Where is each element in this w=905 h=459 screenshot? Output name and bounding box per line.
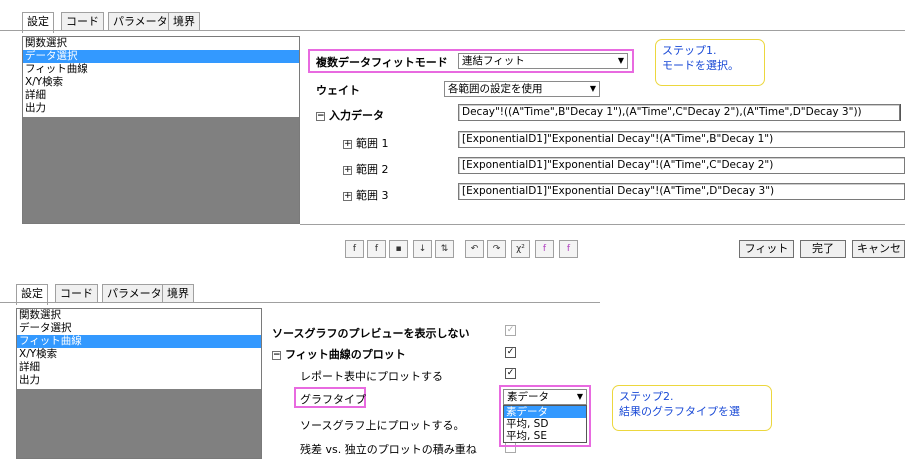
tab-parameters[interactable]: パラメータ	[102, 284, 167, 302]
sidebar-item-function[interactable]: 関数選択	[17, 309, 261, 322]
plot-on-source-label: ソースグラフ上にプロットする。	[300, 419, 465, 432]
step1-callout: ステップ1. モードを選択。	[655, 39, 765, 86]
graph-type-option[interactable]: 素データ	[504, 406, 586, 418]
tab-parameters[interactable]: パラメータ	[108, 12, 173, 30]
sidebar-item-output[interactable]: 出力	[17, 374, 261, 387]
sidebar-nav: 関数選択 データ選択 フィット曲線 X/Y検索 詳細 出力	[16, 308, 262, 459]
range1-label: + 範囲 1	[343, 137, 389, 150]
graph-type-dropdown[interactable]: 素データ ▼	[503, 389, 587, 405]
sidebar-empty-area	[23, 117, 299, 223]
settings-border	[300, 224, 905, 225]
tree-icon[interactable]: ⇅	[435, 240, 454, 258]
graph-type-option[interactable]: 平均, SE	[504, 430, 586, 442]
redo-icon[interactable]: ↷	[487, 240, 506, 258]
top-panel: 設定 コード パラメータ 境界 関数選択 データ選択 フィット曲線 X/Y検索 …	[0, 0, 905, 265]
sidebar-item-data-selection[interactable]: データ選択	[17, 322, 261, 335]
step1-title: ステップ1.	[662, 44, 717, 57]
chi-square-icon[interactable]: χ²	[511, 240, 530, 258]
sidebar-item-fit-curve[interactable]: フィット曲線	[17, 335, 261, 348]
chevron-down-icon: ▼	[589, 84, 596, 93]
tab-code[interactable]: コード	[55, 284, 98, 302]
sidebar-item-fit-curve[interactable]: フィット曲線	[23, 63, 299, 76]
step2-callout: ステップ2. 結果のグラフタイプを選	[612, 385, 772, 431]
chevron-down-icon: ▼	[617, 56, 624, 65]
weight-label: ウェイト	[316, 84, 360, 97]
collapse-icon[interactable]: −	[316, 111, 325, 121]
weight-value: 各範囲の設定を使用	[448, 83, 543, 95]
stack-residual-label: 残差 vs. 独立のプロットの積み重ね	[300, 443, 477, 456]
tab-bounds[interactable]: 境界	[162, 284, 194, 302]
iterate-until-converged-icon[interactable]: f	[559, 240, 578, 258]
input-data-field[interactable]: Decay"!((A"Time",B"Decay 1"),(A"Time",C"…	[458, 104, 900, 121]
range3-field[interactable]: [ExponentialD1]"Exponential Decay"!(A"Ti…	[458, 183, 905, 200]
expand-icon[interactable]: +	[343, 139, 352, 149]
plot-fit-label: − フィット曲線のプロット	[272, 348, 406, 361]
sidebar-item-advanced[interactable]: 詳細	[17, 361, 261, 374]
weight-dropdown[interactable]: 各範囲の設定を使用 ▼	[444, 81, 600, 97]
undo-icon[interactable]: ↶	[465, 240, 484, 258]
tab-code[interactable]: コード	[61, 12, 104, 30]
range2-label: + 範囲 2	[343, 163, 389, 176]
bottom-panel: 設定 コード パラメータ 境界 関数選択 データ選択 フィット曲線 X/Y検索 …	[0, 268, 772, 459]
sidebar-item-xy-find[interactable]: X/Y検索	[17, 348, 261, 361]
step2-title: ステップ2.	[619, 390, 674, 403]
sidebar-nav: 関数選択 データ選択 フィット曲線 X/Y検索 詳細 出力	[22, 36, 300, 224]
plot-fit-checkbox[interactable]: ✓	[505, 347, 516, 358]
plot-in-report-label: レポート表中にプロットする	[300, 370, 443, 383]
graph-type-label: グラフタイプ	[300, 393, 366, 406]
tab-bounds[interactable]: 境界	[168, 12, 200, 30]
input-data-label: − 入力データ	[316, 109, 384, 122]
sidebar-item-output[interactable]: 出力	[23, 102, 299, 115]
sidebar-item-advanced[interactable]: 詳細	[23, 89, 299, 102]
done-button[interactable]: 完了	[800, 240, 846, 258]
graph-type-value: 素データ	[507, 391, 549, 403]
fit-func-icon[interactable]: f	[367, 240, 386, 258]
sidebar-empty-area	[17, 389, 261, 458]
fit-button[interactable]: フィット	[739, 240, 794, 258]
sidebar-item-function[interactable]: 関数選択	[23, 37, 299, 50]
sidebar-item-data-selection[interactable]: データ選択	[23, 50, 299, 63]
range3-label: + 範囲 3	[343, 189, 389, 202]
input-data-browse[interactable]	[900, 104, 905, 121]
plot-in-report-checkbox[interactable]: ✓	[505, 368, 516, 379]
cancel-button[interactable]: キャンセ	[852, 240, 905, 258]
no-preview-checkbox[interactable]: ✓	[505, 325, 516, 336]
multi-mode-label: 複数データフィットモード	[316, 56, 448, 69]
no-preview-label: ソースグラフのプレビューを表示しない	[272, 327, 470, 340]
multi-mode-value: 連結フィット	[462, 55, 525, 67]
expand-icon[interactable]: +	[343, 165, 352, 175]
collapse-icon[interactable]: −	[272, 350, 281, 360]
iterate-icon[interactable]: f	[535, 240, 554, 258]
fx-icon[interactable]: f	[345, 240, 364, 258]
down-icon[interactable]: ↓	[413, 240, 432, 258]
multi-mode-dropdown[interactable]: 連結フィット ▼	[458, 53, 628, 69]
sidebar-item-xy-find[interactable]: X/Y検索	[23, 76, 299, 89]
graph-type-option[interactable]: 平均, SD	[504, 418, 586, 430]
range2-field[interactable]: [ExponentialD1]"Exponential Decay"!(A"Ti…	[458, 157, 905, 174]
save-icon[interactable]: ▪	[389, 240, 408, 258]
range1-field[interactable]: [ExponentialD1]"Exponential Decay"!(A"Ti…	[458, 131, 905, 148]
tab-border	[0, 302, 600, 303]
chevron-down-icon: ▼	[576, 392, 583, 401]
step2-text: 結果のグラフタイプを選	[619, 405, 740, 418]
graph-type-options: 素データ 平均, SD 平均, SE	[503, 405, 587, 443]
tab-border	[0, 30, 905, 31]
expand-icon[interactable]: +	[343, 191, 352, 201]
step1-text: モードを選択。	[662, 59, 739, 72]
